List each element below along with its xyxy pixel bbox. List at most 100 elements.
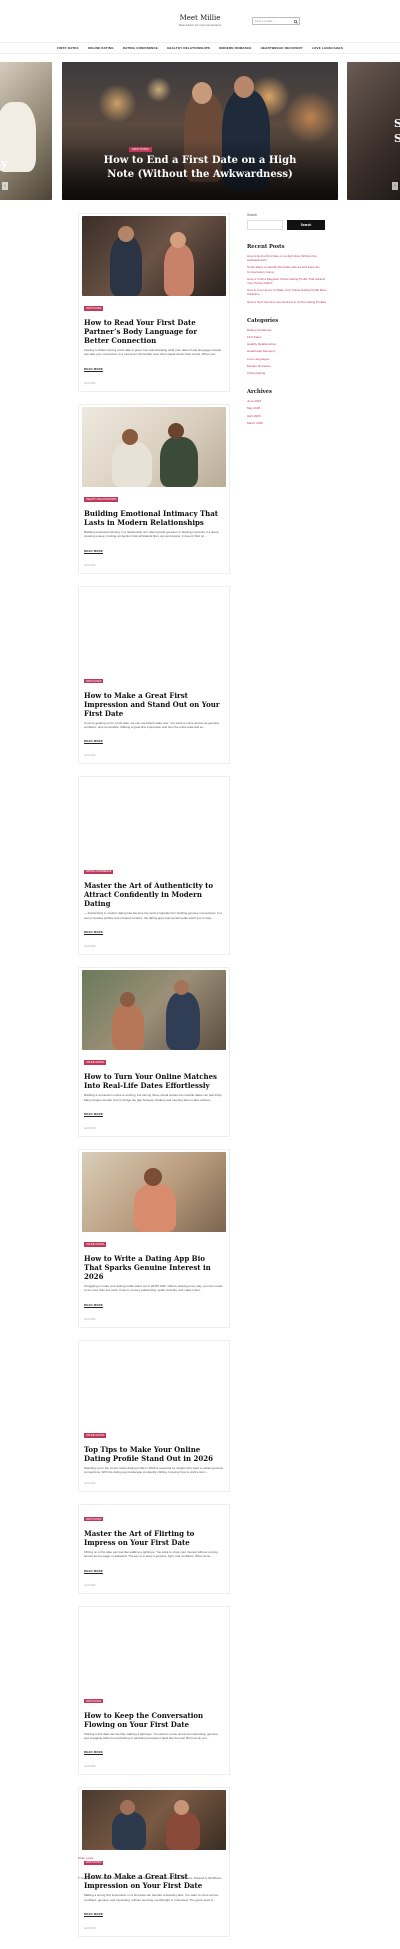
- category-link[interactable]: Dating Confidence: [247, 328, 327, 332]
- read-more-link[interactable]: Read More: [84, 1912, 103, 1918]
- nav-item-heartbreak-recovery[interactable]: Heartbreak Recovery: [261, 46, 303, 50]
- slide-next[interactable]: S S: [347, 62, 400, 200]
- chevron-right-icon[interactable]: ›: [392, 182, 398, 190]
- category-badge[interactable]: First Dates: [84, 1516, 104, 1522]
- post-card: Online Dating How to Turn Your Online Ma…: [78, 967, 230, 1138]
- recent-post-link[interactable]: How to Craft a Magnetic Online Dating Pr…: [247, 277, 327, 285]
- recent-post-link[interactable]: How to Spot Genuine Connections in Onlin…: [247, 300, 327, 304]
- post-card: First Dates Master the Art of Flirting t…: [78, 1503, 230, 1594]
- post-title[interactable]: How to Read Your First Date Partner’s Bo…: [84, 318, 224, 345]
- man-head: [234, 76, 254, 98]
- recent-post-link[interactable]: How to Use Humor to Make Your Online Dat…: [247, 288, 327, 296]
- woman-head: [144, 1168, 162, 1187]
- archive-link[interactable]: June 2026: [247, 399, 327, 403]
- sidebar-search: Search: [247, 220, 327, 230]
- category-badge[interactable]: First Dates: [84, 1698, 104, 1704]
- post-date: April 2026: [84, 1127, 96, 1131]
- post-title[interactable]: Top Tips to Make Your Online Dating Prof…: [84, 1445, 224, 1463]
- slide-title[interactable]: How to End a First Date on a High Note (…: [92, 154, 308, 182]
- post-excerpt: Building emotional intimacy in a relatio…: [84, 529, 219, 539]
- man-figure: [160, 436, 198, 487]
- site-title[interactable]: Meet Millie: [0, 14, 400, 22]
- nav-item-healthy-relationships[interactable]: Healthy Relationships: [167, 46, 210, 50]
- category-link[interactable]: Modern Romance: [247, 364, 327, 368]
- archives-heading: Archives: [247, 389, 272, 396]
- post-title[interactable]: How to Turn Your Online Matches Into Rea…: [84, 1072, 224, 1090]
- slide-category-badge[interactable]: First Dates: [129, 147, 152, 152]
- slide-previous-text: ty: [0, 157, 8, 170]
- post-title[interactable]: How to Make a Great First Impression on …: [84, 1872, 224, 1890]
- post-thumbnail[interactable]: [82, 216, 226, 296]
- chevron-left-icon[interactable]: ‹: [2, 182, 8, 190]
- read-more-link[interactable]: Read More: [84, 1569, 103, 1574]
- read-more-link[interactable]: Read More: [84, 739, 103, 745]
- recent-post-link[interactable]: Smart Ways to Handle First Date Nerves a…: [247, 265, 327, 273]
- post-title[interactable]: Building Emotional Intimacy That Lasts i…: [84, 509, 224, 527]
- archive-link[interactable]: May 2026: [247, 406, 327, 410]
- woman-figure: [112, 1004, 144, 1051]
- post-excerpt: Struggling to make your dating profile s…: [84, 1284, 223, 1293]
- post-title[interactable]: How to Keep the Conversation Flowing on …: [84, 1711, 224, 1729]
- category-badge[interactable]: First Dates: [84, 1860, 104, 1866]
- post-thumbnail[interactable]: [82, 970, 226, 1051]
- man-head: [168, 422, 184, 439]
- archive-link[interactable]: March 2026: [247, 421, 327, 425]
- older-posts-link[interactable]: Older posts: [78, 1856, 93, 1860]
- search-icon[interactable]: [293, 19, 298, 24]
- man-figure: [166, 992, 200, 1051]
- category-badge[interactable]: First Dates: [84, 678, 104, 684]
- read-more-link[interactable]: Read More: [84, 367, 103, 372]
- archive-link[interactable]: April 2026: [247, 414, 327, 418]
- archives-list: June 2026 May 2026 April 2026 March 2026: [247, 399, 327, 425]
- post-date: April 2026: [84, 1317, 96, 1321]
- post-thumbnail[interactable]: [82, 779, 226, 860]
- category-link[interactable]: First Dates: [247, 335, 327, 339]
- post-thumbnail[interactable]: [82, 1152, 226, 1233]
- slide-next-text-1: S: [394, 117, 400, 130]
- read-more-link[interactable]: Read More: [84, 930, 103, 936]
- nav-item-dating-confidence[interactable]: Dating Confidence: [123, 46, 158, 50]
- post-thumbnail[interactable]: [82, 1342, 226, 1423]
- read-more-link[interactable]: Read More: [84, 549, 103, 554]
- recent-post-link[interactable]: How to End a First Date on a High Note (…: [247, 254, 327, 262]
- category-badge[interactable]: Dating Confidence: [84, 869, 114, 875]
- post-excerpt: — Authenticity in modern dating has beco…: [84, 911, 223, 920]
- post-card: Dating Confidence Master the Art of Auth…: [78, 776, 230, 956]
- post-thumbnail[interactable]: [82, 1608, 226, 1689]
- category-link[interactable]: Online Dating: [247, 371, 327, 375]
- post-title[interactable]: Master the Art of Authenticity to Attrac…: [84, 881, 224, 908]
- category-link[interactable]: Heartbreak Recovery: [247, 349, 327, 353]
- read-more-link[interactable]: Read More: [84, 1750, 103, 1756]
- post-thumbnail[interactable]: [82, 588, 226, 669]
- post-card: Online Dating How to Write a Dating App …: [78, 1149, 230, 1328]
- post-title[interactable]: How to Make a Great First Impression and…: [84, 691, 224, 718]
- post-card: First Dates How to Read Your First Date …: [78, 213, 230, 392]
- post-excerpt: If you’re gearing up for a first date, w…: [84, 720, 220, 730]
- category-link[interactable]: Love Languages: [247, 357, 327, 361]
- nav-item-online-dating[interactable]: Online Dating: [88, 46, 114, 50]
- post-thumbnail[interactable]: [82, 1790, 226, 1851]
- post-thumbnail[interactable]: [82, 406, 226, 487]
- post-title[interactable]: Master the Art of Flirting to Impress on…: [84, 1529, 224, 1547]
- sidebar-search-input[interactable]: [247, 220, 283, 230]
- post-date: April 2026: [84, 1765, 96, 1769]
- post-card: Online Dating Top Tips to Make Your Onli…: [78, 1339, 230, 1492]
- category-badge[interactable]: Online Dating: [84, 1060, 107, 1066]
- nav-item-first-dates[interactable]: First Dates: [57, 46, 79, 50]
- header-search-input[interactable]: Find a profile...: [252, 17, 300, 25]
- read-more-link[interactable]: Read More: [84, 1112, 103, 1118]
- man-figure: [110, 236, 142, 296]
- nav-item-modern-romance[interactable]: Modern Romance: [219, 46, 251, 50]
- category-badge[interactable]: Healthy Relationships: [84, 497, 119, 502]
- category-badge[interactable]: First Dates: [84, 306, 104, 311]
- category-badge[interactable]: Online Dating: [84, 1433, 107, 1438]
- read-more-link[interactable]: Read More: [84, 1303, 103, 1308]
- sidebar-search-button[interactable]: Search: [287, 220, 325, 230]
- man-head: [118, 226, 134, 242]
- category-link[interactable]: Healthy Relationships: [247, 342, 327, 346]
- nav-item-love-languages[interactable]: Love Languages: [312, 46, 343, 50]
- post-excerpt: Making a strong first impression on a fi…: [84, 1893, 219, 1902]
- post-title[interactable]: How to Write a Dating App Bio That Spark…: [84, 1254, 224, 1281]
- category-badge[interactable]: Online Dating: [84, 1242, 107, 1247]
- slide-previous[interactable]: ty: [0, 62, 52, 200]
